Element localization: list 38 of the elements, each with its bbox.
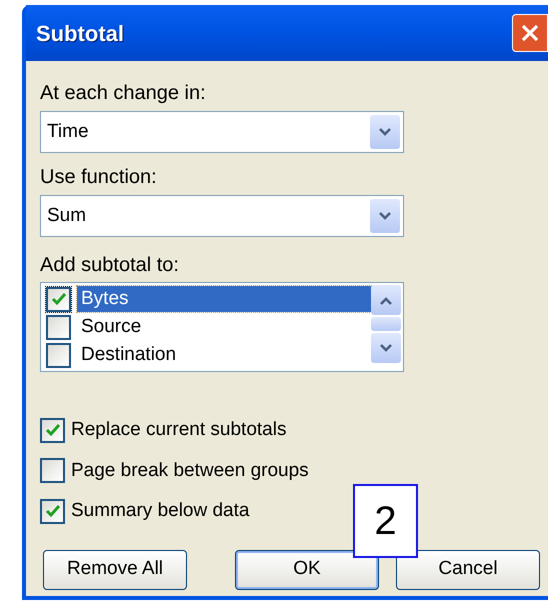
scroll-up-button[interactable] (371, 285, 401, 315)
field-label: Use function: (40, 165, 158, 189)
chevron-down-icon (378, 128, 392, 136)
checkbox[interactable] (40, 418, 65, 443)
checkbox[interactable] (46, 286, 71, 312)
field-label: At each change in: (40, 81, 207, 105)
dropdown-value: Sum (47, 204, 86, 228)
checkbox-label[interactable]: Replace current subtotals (71, 416, 286, 444)
chevron-up-icon (379, 296, 393, 304)
dropdown-button[interactable] (370, 199, 400, 233)
callout-number: 2 (353, 484, 418, 558)
dialog-button[interactable]: OK (235, 550, 379, 590)
dropdown[interactable]: Sum (40, 195, 404, 237)
scroll-thumb[interactable] (371, 317, 401, 331)
field-label: Add subtotal to: (40, 253, 180, 277)
checkbox-label[interactable]: Summary below data (71, 497, 250, 526)
check-icon (50, 292, 66, 306)
checkbox-label[interactable]: Page break between groups (71, 456, 309, 485)
scroll-down-button[interactable] (371, 333, 401, 363)
close-icon (520, 23, 540, 43)
dialog-button[interactable]: Cancel (396, 550, 540, 590)
checkbox[interactable] (40, 458, 65, 484)
list-item[interactable]: Bytes (77, 286, 371, 312)
list-item[interactable]: Destination (77, 342, 371, 368)
chevron-down-icon (379, 344, 393, 352)
list-item[interactable]: Source (77, 314, 371, 340)
chevron-down-icon (378, 212, 392, 220)
dropdown-value: Time (47, 120, 89, 144)
checkbox[interactable] (40, 498, 65, 524)
dialog-button[interactable]: Remove All (43, 550, 187, 590)
window-title: Subtotal (36, 20, 124, 48)
checkbox[interactable] (46, 314, 71, 340)
checkbox[interactable] (46, 342, 71, 368)
dropdown-button[interactable] (370, 115, 400, 149)
check-icon (44, 504, 60, 518)
dropdown[interactable]: Time (40, 111, 404, 153)
check-icon (44, 423, 60, 438)
close-button[interactable] (512, 14, 548, 52)
